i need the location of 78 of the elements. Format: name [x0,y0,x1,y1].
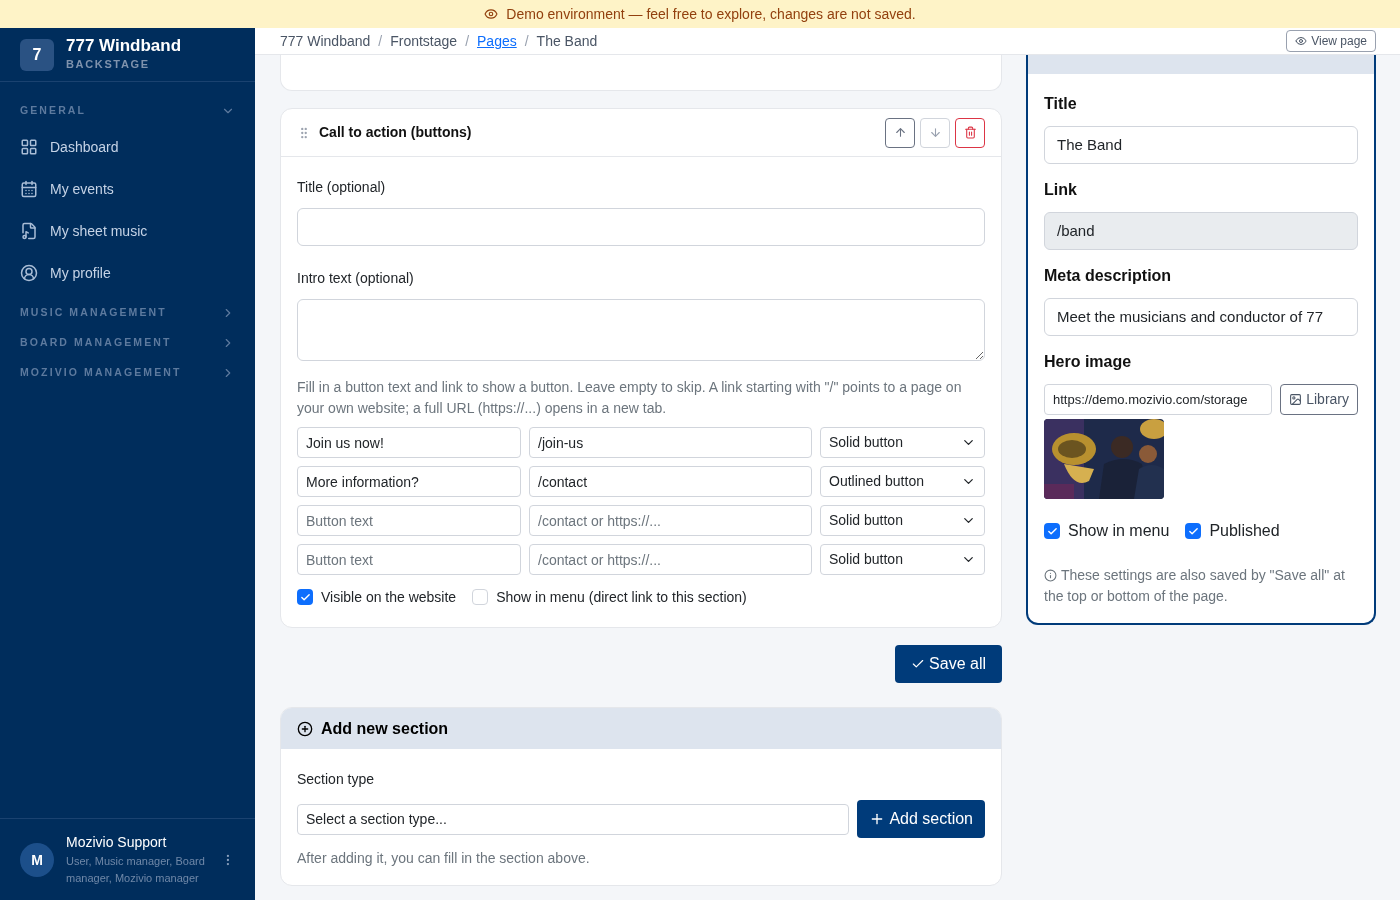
checkbox-label: Show in menu [1068,521,1170,541]
breadcrumb-separator: / [378,31,383,51]
field-label: Hero image [1044,352,1133,372]
user-icon [20,264,38,282]
input-field[interactable]: The Band [1044,126,1358,164]
checkbox-label: Visible on the website [321,588,457,607]
nav-item[interactable]: My events [0,168,255,210]
breadcrumb-item: The Band [536,31,598,51]
style-select[interactable]: Solid button [820,505,985,536]
image-url-field[interactable]: https://demo.mozivio.com/storage [1044,384,1273,415]
field-label: Title [1044,94,1078,114]
view-page-button[interactable]: View page [1286,30,1376,52]
field-label: Section type [297,770,376,789]
grid-icon [20,138,38,156]
breadcrumb-separator: / [465,31,469,51]
link-field[interactable]: /contact or https://... [529,505,812,536]
button-text-field[interactable]: Join us now! [297,427,521,458]
info-icon [1044,568,1057,582]
trash-icon [963,126,977,139]
eye-icon [484,7,499,21]
brand-name: 777 Windband [66,36,182,57]
library-button[interactable]: Library [1280,384,1358,415]
link-field[interactable]: /contact [529,466,812,497]
add-section-button[interactable]: Add section [857,800,985,838]
arrow-down-icon [928,126,942,139]
nav-item[interactable]: Dashboard [0,126,255,168]
eye-icon [1295,35,1308,47]
field-label: Meta description [1044,266,1173,286]
add-section-title: Add new section [321,718,449,739]
user-name: Mozivio Support [66,833,168,852]
check-icon [1046,525,1058,537]
checkbox-label: Published [1209,521,1280,541]
music-file-icon [20,222,38,240]
input-field[interactable]: Meet the musicians and conductor of 77 [1044,298,1358,336]
button-text-field[interactable]: Button text [297,544,521,575]
checkbox[interactable] [1185,523,1202,539]
checkbox[interactable] [297,589,313,605]
breadcrumb-separator: / [524,31,529,51]
move-up-button[interactable] [885,117,915,148]
settings-note: These settings are also saved by "Save all" at the top or bottom of the page. [1044,566,1346,606]
nav-item[interactable]: My sheet music [0,210,255,252]
button-text-field[interactable]: More information? [297,466,521,497]
check-icon [911,657,926,671]
user-avatar: M [20,842,54,877]
style-select[interactable]: Solid button [820,544,985,575]
nav-item[interactable]: My profile [0,252,255,294]
section-type-select[interactable]: Select a section type... [297,803,850,835]
checkbox-label: Show in menu (direct link to this section) [496,588,747,607]
image-icon [1289,393,1303,406]
calendar-icon [20,180,38,198]
user-roles: User, Music manager, Board manager, Mozivio manager [66,854,206,886]
logo: 7 [20,38,54,71]
field-label: Link [1044,180,1078,200]
field-label: Title (optional) [297,178,387,197]
check-icon [299,591,311,603]
breadcrumb-link[interactable]: Pages [477,30,517,52]
plus-circle-icon [297,720,313,737]
style-select[interactable]: Outlined button [820,466,985,497]
brand-subtitle: BACKSTAGE [66,57,151,73]
hint-text: After adding it, you can fill in the section above. [297,849,591,868]
save-all-button[interactable]: Save all [895,645,1002,683]
breadcrumb-item: 777 Windband [280,31,371,51]
delete-button[interactable] [955,117,985,148]
help-text: Fill in a button text and link to show a button. Leave empty to skip. A link starting with "/" points to a page on your own website; a full URL (https://...) opens in a new tab. [297,378,963,418]
field-label: Intro text (optional) [297,269,415,288]
button-text-field[interactable]: Button text [297,505,521,536]
link-field[interactable]: /contact or https://... [529,544,812,575]
breadcrumb-item: Frontstage [390,31,458,51]
checkbox[interactable] [472,589,489,605]
input-field[interactable]: /band [1044,212,1358,250]
check-icon [1187,525,1199,537]
style-select[interactable]: Solid button [820,427,985,458]
arrow-up-icon [893,126,907,139]
checkbox[interactable] [1044,523,1060,539]
section-title: Call to action (buttons) [319,123,472,142]
input-field[interactable] [297,208,985,246]
banner-text: Demo environment — feel free to explore, changes are not saved. [506,4,916,24]
link-field[interactable]: /join-us [529,427,812,458]
